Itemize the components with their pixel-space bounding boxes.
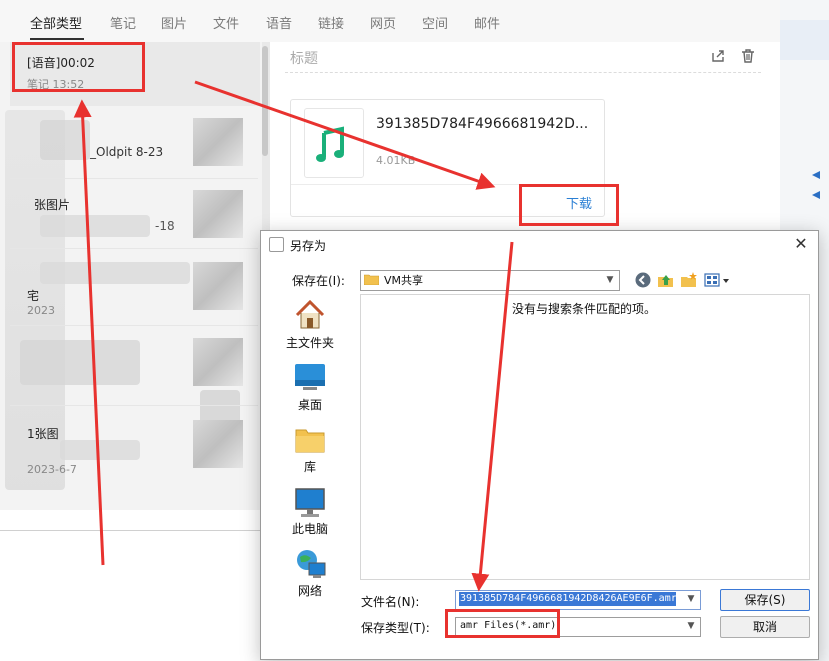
attachment-size: 4.01KB <box>376 154 416 167</box>
tab-web[interactable]: 网页 <box>370 13 396 32</box>
note-subtitle: 2023-6-7 <box>27 463 77 476</box>
tab-space[interactable]: 空间 <box>422 13 448 32</box>
place-desktop-label: 桌面 <box>297 398 322 412</box>
up-folder-icon[interactable] <box>657 271 675 289</box>
filename-value[interactable]: 391385D784F4966681942D8426AE9E6F.amr <box>460 592 677 606</box>
dialog-title: 另存为 <box>290 239 327 253</box>
folder-icon <box>364 274 379 285</box>
filename-label: 文件名(N): <box>361 595 420 609</box>
tab-notes[interactable]: 笔记 <box>110 13 136 32</box>
place-library[interactable] <box>270 425 350 459</box>
network-icon <box>297 550 326 578</box>
note-subtitle: -18 <box>155 219 175 233</box>
annotation-box-filetype <box>445 609 560 638</box>
note-title-field[interactable]: 标题 <box>290 48 318 68</box>
list-divider <box>10 325 258 326</box>
tab-files[interactable]: 文件 <box>213 13 239 32</box>
title-divider <box>285 72 761 73</box>
back-icon[interactable] <box>634 271 652 289</box>
save-in-label: 保存在(I): <box>292 274 345 288</box>
new-folder-icon[interactable] <box>680 271 698 289</box>
empty-results-message: 没有与搜索条件匹配的项。 <box>511 302 656 316</box>
tab-all-types[interactable]: 全部类型 <box>30 13 82 32</box>
annotation-box-download <box>519 184 619 226</box>
tab-images[interactable]: 图片 <box>161 13 187 32</box>
place-home-label: 主文件夹 <box>285 336 334 350</box>
chevron-down-icon[interactable]: ▼ <box>603 271 617 289</box>
note-subtitle: 2023 <box>27 304 55 317</box>
computer-icon <box>295 488 325 517</box>
list-divider <box>10 248 258 249</box>
blurred-region <box>60 440 140 460</box>
place-library-label: 库 <box>303 460 316 474</box>
place-network[interactable] <box>270 547 350 585</box>
trash-icon[interactable] <box>740 48 756 64</box>
note-thumbnail <box>193 118 243 166</box>
note-thumbnail <box>193 262 243 310</box>
tab-voice[interactable]: 语音 <box>266 13 292 32</box>
type-tab-bar: 全部类型 笔记 图片 文件 语音 链接 网页 空间 邮件 <box>0 0 780 42</box>
share-icon[interactable] <box>710 48 726 64</box>
note-title: _Oldpit 8-23 <box>90 145 164 159</box>
place-network-label: 网络 <box>297 584 322 598</box>
list-scrollbar-thumb[interactable] <box>262 46 268 156</box>
tab-mail[interactable]: 邮件 <box>474 13 500 32</box>
view-menu-icon[interactable] <box>704 271 732 289</box>
list-divider <box>10 405 258 406</box>
place-home[interactable] <box>270 298 350 336</box>
desktop-icon <box>295 364 325 390</box>
note-thumbnail <box>193 420 243 468</box>
blurred-region <box>40 120 90 160</box>
save-in-value: VM共享 <box>384 274 424 287</box>
file-list[interactable] <box>360 294 810 580</box>
blurred-region <box>20 340 140 385</box>
note-title: 张图片 <box>34 198 71 212</box>
place-desktop[interactable] <box>270 362 350 396</box>
blurred-region <box>40 262 190 284</box>
note-title: 宅 <box>27 289 40 303</box>
list-divider <box>10 178 258 179</box>
annotation-box-voice-note <box>12 42 145 92</box>
chevron-down-icon[interactable]: ▼ <box>684 617 698 635</box>
active-tab-indicator <box>30 38 84 40</box>
save-button[interactable]: 保存(S) <box>720 589 810 611</box>
home-icon <box>295 299 325 329</box>
note-title: 1张图 <box>27 427 59 441</box>
music-note-icon <box>316 126 344 162</box>
place-this-pc[interactable] <box>270 487 350 523</box>
attachment-icon-box <box>304 108 364 178</box>
place-this-pc-label: 此电脑 <box>291 522 328 536</box>
close-icon[interactable]: ✕ <box>793 236 809 252</box>
blurred-region <box>40 215 150 237</box>
chevron-down-icon[interactable]: ▼ <box>684 590 698 608</box>
reply-forward-icons[interactable] <box>806 165 826 205</box>
note-thumbnail <box>193 190 243 238</box>
filetype-label: 保存类型(T): <box>361 621 430 635</box>
note-thumbnail <box>193 338 243 386</box>
cancel-button[interactable]: 取消 <box>720 616 810 638</box>
library-icon <box>295 429 325 453</box>
right-side-strip-highlight <box>780 20 829 60</box>
tab-links[interactable]: 链接 <box>318 13 344 32</box>
dialog-app-icon <box>269 237 284 252</box>
attachment-filename: 391385D784F4966681942D... <box>376 116 589 132</box>
